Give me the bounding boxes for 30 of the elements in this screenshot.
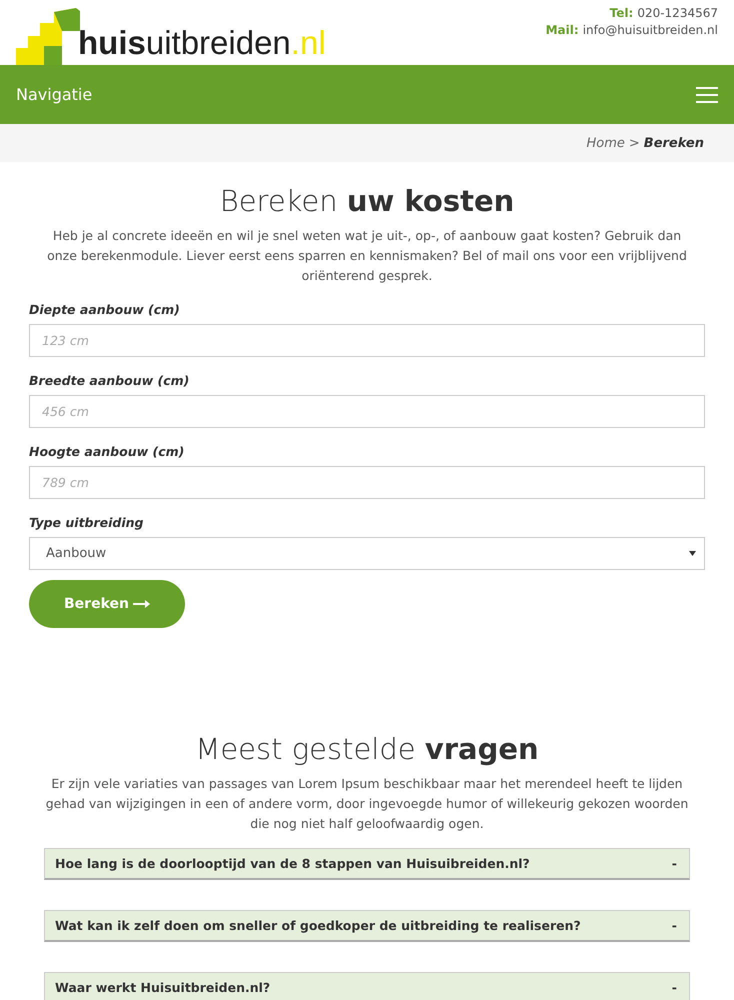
field-label: Type uitbreiding <box>29 515 144 530</box>
breadcrumb-link[interactable]: Home <box>586 136 625 150</box>
faq-item[interactable]: Hoe lang is de doorlooptijd van de 8 stappen van Huisuibreiden.nl? - <box>44 848 690 880</box>
faq-item[interactable]: Wat kan ik zelf doen om sneller of goedkoper de uitbreiding te realiseren? - <box>44 910 690 942</box>
select-field[interactable]: Aanbouw <box>29 537 705 570</box>
input-field[interactable]: 789 cm <box>29 466 705 499</box>
field-label: Hoogte aanbouw (cm) <box>29 444 186 459</box>
section-title: Bereken uw kosten <box>220 184 514 218</box>
contact-value: 020-1234567 <box>637 6 718 20</box>
breadcrumb-separator: > <box>628 136 640 150</box>
toggle-sign: - <box>672 980 677 995</box>
nav-title: Navigatie <box>16 85 92 104</box>
intro-text: Er zijn vele variaties van passages van Lorem Ipsum beschikbaar maar het merendeel heeft te lijden gehad van wijzigingen in een of andere vorm, door ingevoegde humor of willekeurig gekozen woorden die nog niet half geloofwaardig ogen. <box>44 775 690 833</box>
toggle-sign: - <box>672 856 677 871</box>
faq-item[interactable]: Waar werkt Huisuitbreiden.nl? - <box>44 972 690 1000</box>
menu-icon[interactable] <box>696 86 718 102</box>
section-title: Meest gestelde vragen <box>195 732 539 766</box>
toggle-sign: - <box>672 918 677 933</box>
current-page-label: Bereken <box>644 136 704 150</box>
contact-label: Tel: <box>610 6 634 20</box>
contact-label: Mail: <box>546 23 579 37</box>
field-label: Diepte aanbouw (cm) <box>29 302 181 317</box>
caret-icon <box>689 551 696 556</box>
field-label: Breedte aanbouw (cm) <box>29 373 190 388</box>
logo-text[interactable]: huisuitbreiden.nl <box>78 26 326 65</box>
input-field[interactable]: 123 cm <box>29 324 705 357</box>
arrow-icon <box>132 600 150 608</box>
contact-value: info@huisuitbreiden.nl <box>582 23 718 37</box>
input-field[interactable]: 456 cm <box>29 395 705 428</box>
intro-text: Heb je al concrete ideeën en wil je snel weten wat je uit-, op-, of aanbouw gaat kosten? Gebruik dan onze berekenmodule. Liever eerst eens sparren en kennismaken? Bel of mail ons voor een vrijblijvend oriënterend gesprek. <box>46 227 688 285</box>
